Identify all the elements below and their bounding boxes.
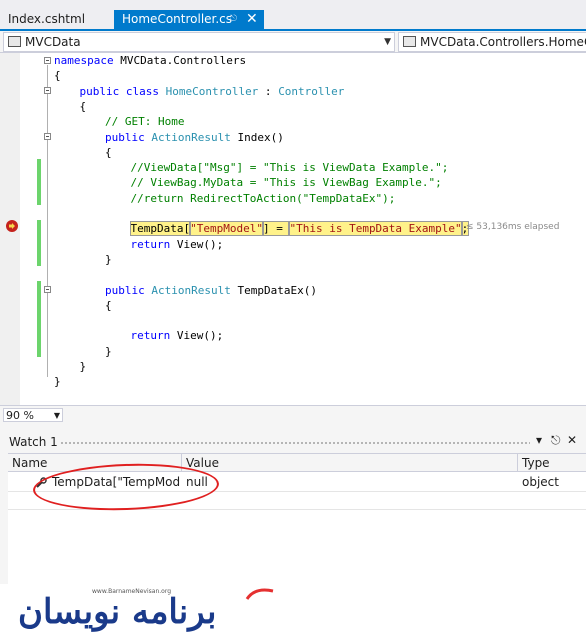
code-token: }	[105, 344, 112, 358]
code-token: // ViewBag.MyData = "This is ViewBag Exa…	[130, 176, 442, 190]
member-label: MVCData.Controllers.HomeController	[420, 35, 586, 49]
watermark-logo: www.BarnameNevisan.org برنامه نویسان	[0, 584, 586, 635]
outline-line	[47, 65, 48, 377]
code-line[interactable]: TempData["TempModel"] = "This is TempDat…	[129, 221, 470, 237]
code-token: public class	[79, 84, 166, 98]
code-token: public	[105, 283, 152, 297]
collapse-icon[interactable]	[44, 87, 51, 94]
code-token: View();	[176, 237, 224, 251]
code-line[interactable]: public ActionResult Index()	[105, 130, 284, 145]
watch-row-value[interactable]: null	[186, 473, 506, 491]
watch-row-type: object	[522, 475, 559, 489]
code-token: ] =	[261, 221, 291, 237]
code-line[interactable]: {	[80, 99, 87, 114]
code-token: }	[54, 375, 61, 389]
code-token: Controller	[278, 84, 345, 98]
code-token: namespace	[54, 54, 114, 67]
change-marker	[37, 220, 41, 266]
code-token: return	[130, 329, 177, 343]
window-position-icon[interactable]: ▾	[536, 433, 542, 447]
code-token: View();	[176, 329, 224, 343]
collapse-icon[interactable]	[44, 286, 51, 293]
code-line[interactable]: }	[54, 374, 61, 389]
watch-title: Watch 1	[9, 435, 58, 449]
code-line[interactable]: {	[54, 68, 61, 83]
code-line[interactable]: public class HomeController : Controller	[80, 84, 345, 99]
code-token: {	[105, 298, 112, 312]
code-line[interactable]: // ViewBag.MyData = "This is ViewBag Exa…	[131, 175, 442, 190]
code-line[interactable]: namespace MVCData.Controllers	[54, 53, 246, 68]
code-token: public	[105, 130, 152, 144]
code-line[interactable]: }	[80, 359, 87, 374]
breakpoint-current-statement-icon[interactable]	[6, 220, 18, 232]
editor-status-bar: 90 % ▼	[0, 405, 586, 425]
code-line[interactable]: return View();	[131, 328, 224, 343]
pin-icon[interactable]: ⎋	[230, 10, 237, 29]
close-icon[interactable]: ✕	[567, 433, 577, 447]
code-line[interactable]: //ViewData["Msg"] = "This is ViewData Ex…	[131, 160, 449, 175]
document-tab-bar: Index.cshtml HomeController.cs ⎋ ✕	[0, 0, 586, 31]
code-token: "TempModel"	[189, 221, 264, 237]
collapse-icon[interactable]	[44, 133, 51, 140]
code-token: }	[79, 360, 87, 373]
change-marker	[37, 159, 41, 205]
close-icon[interactable]: ✕	[246, 10, 258, 29]
code-editor[interactable]: namespace MVCData.Controllers{public cla…	[0, 53, 586, 405]
logo-text: برنامه نویسان	[18, 592, 217, 632]
project-dropdown[interactable]: MVCData ▼	[3, 32, 395, 52]
pin-icon[interactable]: ⎋	[551, 433, 561, 448]
code-token: // GET: Home	[105, 115, 185, 129]
code-token: MVCData.Controllers	[113, 54, 247, 67]
collapse-icon[interactable]	[44, 57, 51, 64]
tab-homecontroller-cs[interactable]: HomeController.cs ⎋ ✕	[114, 10, 264, 29]
code-line[interactable]: }	[105, 252, 112, 267]
code-token: HomeController	[165, 84, 259, 98]
class-icon	[403, 36, 416, 47]
code-token: TempData[	[129, 221, 192, 237]
code-token: "This is TempData Example"	[288, 221, 463, 237]
tab-index-cshtml[interactable]: Index.cshtml	[0, 10, 93, 29]
column-header-value[interactable]: Value	[182, 454, 518, 472]
column-header-type[interactable]: Type	[518, 454, 586, 472]
code-line[interactable]: return View();	[131, 237, 224, 252]
code-token: :	[258, 84, 279, 98]
code-line[interactable]: public ActionResult TempDataEx()	[105, 283, 317, 298]
code-line[interactable]: {	[105, 298, 112, 313]
perftip-elapsed[interactable]: ≤ 53,136ms elapsed	[466, 222, 559, 232]
code-token: {	[105, 145, 112, 159]
project-icon	[8, 36, 21, 47]
tab-label: Index.cshtml	[8, 12, 86, 26]
code-token: }	[105, 252, 112, 266]
navigation-bar: MVCData ▼ MVCData.Controllers.HomeContro…	[0, 31, 586, 53]
tab-label: HomeController.cs	[122, 12, 233, 26]
change-marker	[37, 281, 41, 357]
code-line[interactable]: }	[105, 344, 112, 359]
chevron-down-icon: ▼	[53, 411, 60, 420]
code-token: ActionResult	[151, 130, 231, 144]
logo-accent-icon	[245, 588, 274, 600]
zoom-value: 90 %	[6, 409, 34, 422]
code-token: //ViewData["Msg"] = "This is ViewData Ex…	[130, 161, 449, 175]
code-token: TempDataEx()	[230, 283, 317, 297]
code-line[interactable]: //return RedirectToAction("TempDataEx");	[131, 191, 396, 206]
code-line[interactable]: // GET: Home	[105, 114, 184, 129]
panel-grip[interactable]	[60, 441, 530, 445]
zoom-dropdown[interactable]: 90 % ▼	[3, 408, 63, 422]
code-line[interactable]: {	[105, 145, 112, 160]
code-token: {	[79, 99, 87, 113]
chevron-down-icon: ▼	[384, 37, 391, 47]
member-dropdown[interactable]: MVCData.Controllers.HomeController	[398, 32, 586, 52]
code-token: {	[54, 69, 61, 83]
code-token: Index()	[230, 130, 284, 144]
code-token: return	[130, 237, 177, 251]
code-token: ActionResult	[151, 283, 231, 297]
project-label: MVCData	[25, 35, 81, 49]
code-token: //return RedirectToAction("TempDataEx");	[130, 191, 396, 205]
